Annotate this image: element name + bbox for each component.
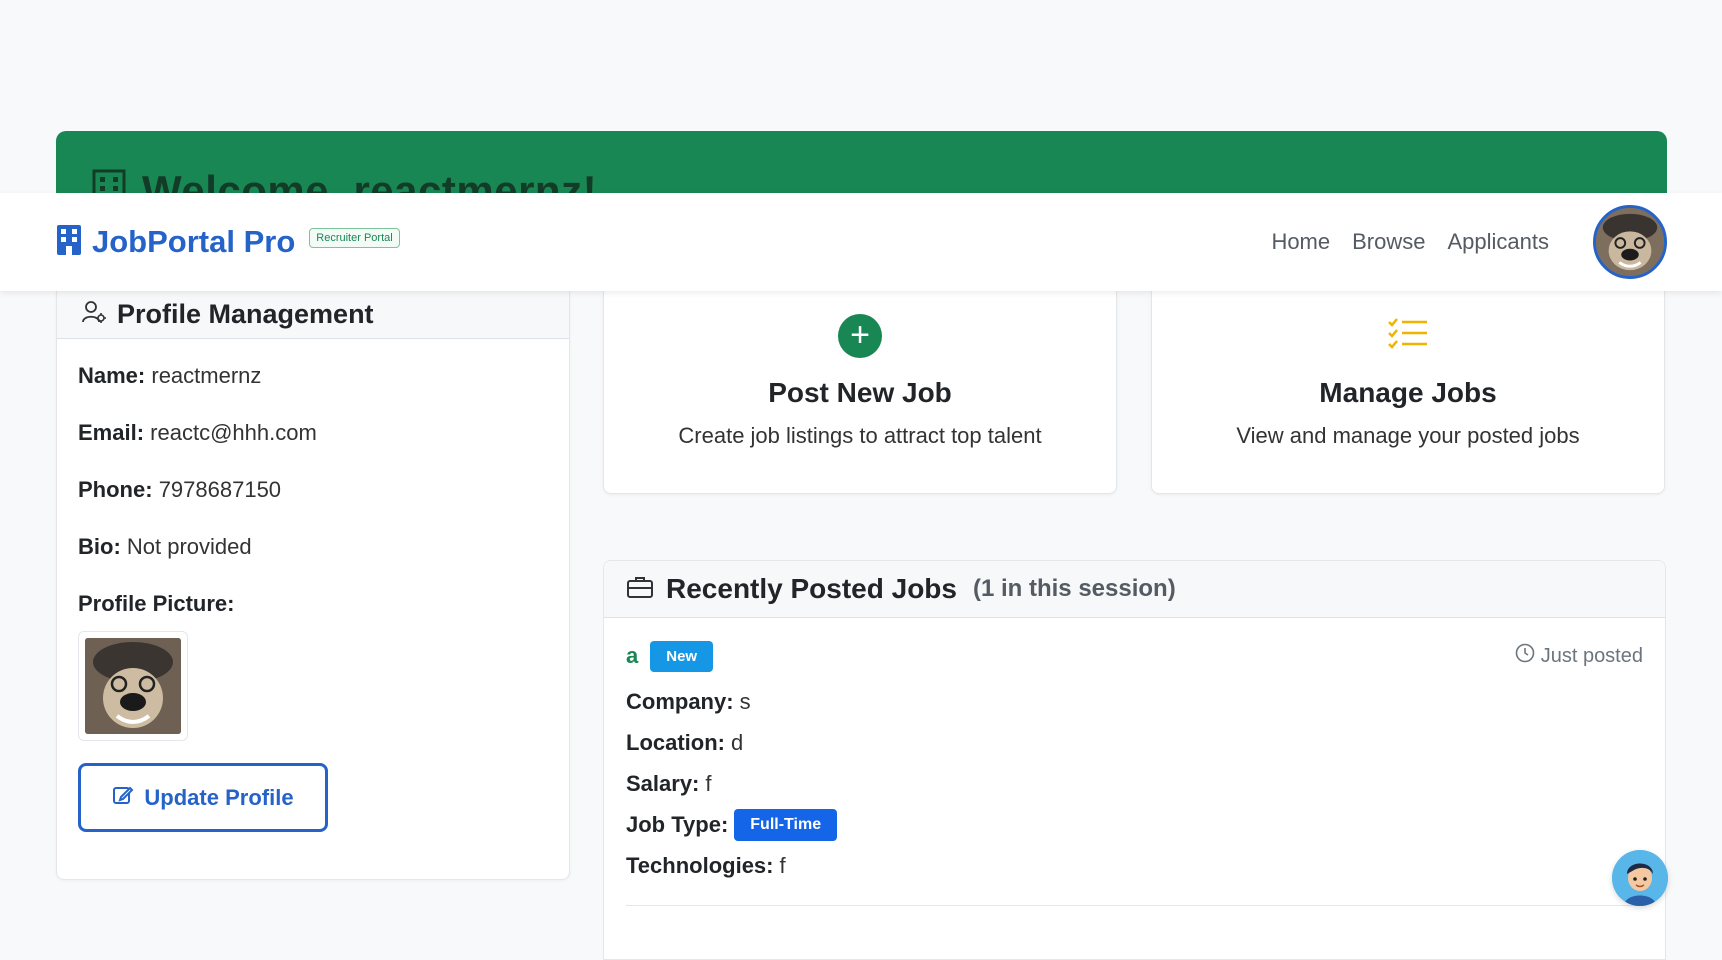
brand-logo[interactable]: JobPortal Pro Recruiter Portal <box>56 224 400 261</box>
job-salary-row: Salary: f <box>626 770 1643 797</box>
nav-link-applicants[interactable]: Applicants <box>1447 229 1549 255</box>
post-new-job-title: Post New Job <box>768 377 952 408</box>
profile-picture-label: Profile Picture: <box>78 591 235 616</box>
user-gear-icon <box>81 299 107 330</box>
plus-circle-icon: + <box>838 314 882 358</box>
profile-phone-label: Phone: <box>78 477 153 502</box>
job-company-value: s <box>739 688 751 714</box>
profile-name-label: Name: <box>78 363 146 388</box>
job-technologies-label: Technologies: <box>626 852 774 878</box>
list-check-icon <box>1387 317 1429 356</box>
profile-phone-value: 7978687150 <box>158 477 282 502</box>
update-profile-label: Update Profile <box>144 784 294 810</box>
job-location-label: Location: <box>626 729 725 755</box>
profile-bio-value: Not provided <box>126 534 252 559</box>
post-new-job-card[interactable]: + Post New Job Create job listings to at… <box>603 291 1117 494</box>
job-type-label: Job Type: <box>626 811 729 837</box>
user-avatar[interactable] <box>1593 205 1667 279</box>
profile-bio-row: Bio: Not provided <box>78 534 548 561</box>
profile-email-label: Email: <box>78 420 145 445</box>
profile-picture <box>78 631 188 741</box>
job-type-badge: Full-Time <box>734 808 838 841</box>
chatbot-avatar-icon[interactable] <box>1612 850 1668 906</box>
recruiter-portal-badge: Recruiter Portal <box>309 228 400 248</box>
job-salary-label: Salary: <box>626 770 700 796</box>
profile-name-value: reactmernz <box>151 363 262 388</box>
profile-phone-row: Phone: 7978687150 <box>78 477 548 504</box>
job-technologies-value: f <box>779 852 786 878</box>
job-salary-value: f <box>705 770 712 796</box>
job-company-label: Company: <box>626 688 734 714</box>
profile-card-header: Profile Management <box>57 291 569 339</box>
clock-icon <box>1515 643 1535 669</box>
recent-jobs-count: (1 in this session) <box>972 575 1176 602</box>
top-navbar: JobPortal Pro Recruiter Portal Home Brow… <box>0 193 1722 291</box>
manage-jobs-title: Manage Jobs <box>1319 377 1497 408</box>
building-icon <box>56 224 82 261</box>
profile-name-row: Name: reactmernz <box>78 363 548 390</box>
recent-jobs-title: Recently Posted Jobs <box>666 573 957 604</box>
update-profile-button[interactable]: Update Profile <box>78 763 328 832</box>
edit-icon <box>112 784 134 812</box>
manage-jobs-card[interactable]: Manage Jobs View and manage your posted … <box>1151 291 1665 494</box>
job-technologies-row: Technologies: f <box>626 852 1643 879</box>
new-badge: New <box>650 640 714 672</box>
profile-email-value: reactc@hhh.com <box>150 420 317 445</box>
posted-time-text: Just posted <box>1540 644 1643 667</box>
profile-card-title: Profile Management <box>117 299 374 329</box>
recent-jobs-card: Recently Posted Jobs (1 in this session)… <box>603 560 1666 960</box>
nav-link-browse[interactable]: Browse <box>1352 229 1425 255</box>
nav-link-home[interactable]: Home <box>1271 229 1330 255</box>
profile-bio-label: Bio: <box>78 534 121 559</box>
profile-card: Profile Management Name: reactmernz Emai… <box>56 291 570 880</box>
post-new-job-desc: Create job listings to attract top talen… <box>678 423 1042 448</box>
job-divider <box>626 905 1643 906</box>
brand-name: JobPortal Pro <box>92 224 296 259</box>
job-type-row: Job Type: Full-Time <box>626 808 1643 841</box>
manage-jobs-desc: View and manage your posted jobs <box>1236 423 1580 448</box>
nav-links: Home Browse Applicants <box>1271 205 1667 279</box>
job-list-item[interactable]: a New Just posted Company: s Location: d… <box>604 618 1665 906</box>
recent-jobs-header: Recently Posted Jobs (1 in this session) <box>604 561 1665 618</box>
job-title[interactable]: a <box>626 643 638 669</box>
job-location-row: Location: d <box>626 729 1643 756</box>
briefcase-icon <box>626 575 654 604</box>
profile-email-row: Email: reactc@hhh.com <box>78 420 548 447</box>
posted-time: Just posted <box>1515 643 1643 669</box>
job-company-row: Company: s <box>626 688 1643 715</box>
job-location-value: d <box>731 729 744 755</box>
